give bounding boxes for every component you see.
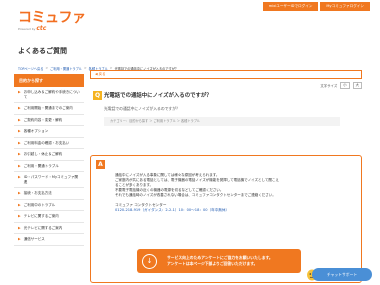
chevron-right-icon: ▶: [18, 225, 21, 230]
logo-brand: ctc: [36, 25, 47, 32]
chat-support-button[interactable]: チャットサポート: [312, 268, 372, 281]
chevron-right-icon: ▶: [18, 90, 21, 94]
breadcrumb-item-top[interactable]: TOPページへ戻る: [18, 66, 43, 71]
question-badge: Q: [93, 91, 102, 100]
category-path: カテゴリー：目的から探す ＞ ご利用トラブル ＞ 各種トラブル: [104, 117, 340, 126]
chevron-right-icon: ▶: [18, 214, 21, 218]
page-title: よくあるご質問: [18, 47, 67, 55]
chevron-right-icon: ▶: [18, 202, 21, 207]
sidebar-item[interactable]: ▶ ご利用・開通トラブル: [14, 161, 84, 172]
sidebar-item[interactable]: ▶ 光テレビに関するご案内: [14, 223, 84, 234]
logo[interactable]: コミュファ Powered by ctc: [18, 11, 86, 32]
sidebar-item[interactable]: ▶ 通信サービス: [14, 234, 84, 246]
survey-banner[interactable]: ↓ サービス向上のためアンケートにご協力をお願いいたします。 アンケートは本ペー…: [137, 249, 301, 273]
sidebar-item[interactable]: ▶ テレビに関するご案内: [14, 211, 84, 223]
sidebar-item[interactable]: ▶ ご利用中のトラブル: [14, 200, 84, 211]
font-size-toolbar: 文字サイズ 小 大: [90, 79, 362, 91]
sidebar-item[interactable]: ▶ お申し込み＆ご解約や手続きについて: [14, 87, 84, 103]
breadcrumb-item-trouble[interactable]: ご利用・開通トラブル: [50, 66, 82, 71]
sidebar-item[interactable]: ▶ 接続・お支払方法: [14, 188, 84, 200]
question-text: 光電話での通話中にノイズが入るのですが？: [104, 106, 180, 111]
survey-text: サービス向上のためアンケートにご協力をお願いいたします。 アンケートは本ページ下…: [167, 255, 273, 266]
sidebar: 目的から探す ▶ お申し込み＆ご解約や手続きについて ▶ ご利用開始・開通までのご案…: [14, 74, 84, 246]
chevron-right-icon: ▶: [18, 175, 21, 179]
sidebar-item[interactable]: ▶ ご利用料金の確認・お支払い: [14, 138, 84, 149]
mixi-login-link[interactable]: mixiユーザーIDでログイン: [262, 2, 319, 11]
sidebar-item[interactable]: ▶ お引越し・休止＆ご解約: [14, 149, 84, 161]
question-block: Q 光電話での通話中にノイズが入るのですが？ 光電話での通話中にノイズが入るので…: [90, 91, 362, 153]
chevron-right-icon: ▶: [18, 106, 21, 110]
answer-line: それでも通話時のノイズが改善されない場合は、コミュファコンタクトセンターまでご連…: [115, 193, 276, 197]
back-button[interactable]: ◀ 戻る: [90, 70, 362, 79]
sidebar-heading: 目的から探す: [14, 74, 84, 87]
chevron-right-icon: ▶: [18, 191, 21, 195]
question-title: 光電話での通話中にノイズが入るのですが？: [104, 93, 212, 99]
top-links: mixiユーザーIDでログイン Myコミュファログイン: [262, 2, 370, 11]
answer-body: 通話中にノイズが入る事象に関しては様々な原因が考えられます。 ご家庭内が共にある…: [115, 173, 341, 213]
chevron-right-icon: ▶: [18, 117, 21, 122]
font-size-label: 文字サイズ: [320, 83, 338, 88]
sidebar-item[interactable]: ▶ ご利用開始・開通までのご案内: [14, 103, 84, 115]
contact-phone[interactable]: 0120-218-919（ガイダンス：2-2-1）10：00〜18：00（年中無…: [115, 208, 341, 213]
chevron-right-icon: ▶: [18, 152, 21, 156]
logo-text: コミュファ: [18, 10, 86, 26]
sidebar-item[interactable]: ▶ ID・パスワード・Myコミュファ関連: [14, 172, 84, 188]
main-content: ◀ 戻る 文字サイズ 小 大 Q 光電話での通話中にノイズが入るのですが？ 光電…: [90, 70, 362, 283]
sidebar-item[interactable]: ▶ ご契約内容・変更・解約: [14, 115, 84, 126]
font-large-button[interactable]: 大: [352, 81, 362, 89]
font-small-button[interactable]: 小: [340, 81, 350, 89]
breadcrumb-separator: >: [45, 66, 49, 70]
site-header: コミュファ Powered by ctc mixiユーザーIDでログイン Myコ…: [0, 0, 380, 34]
chevron-right-icon: ▶: [18, 237, 21, 241]
chevron-right-icon: ▶: [18, 129, 21, 133]
my-commufa-login-link[interactable]: Myコミュファログイン: [320, 2, 370, 11]
chevron-right-icon: ▶: [18, 163, 21, 168]
answer-block: A 通話中にノイズが入る事象に関しては様々な原因が考えられます。 ご家庭内が共に…: [90, 155, 362, 283]
answer-badge: A: [96, 160, 105, 169]
chevron-right-icon: ▶: [18, 140, 21, 145]
breadcrumb-separator: >: [84, 66, 87, 70]
logo-sub: Powered by ctc: [18, 25, 47, 32]
sidebar-item[interactable]: ▶ 各種オプション: [14, 126, 84, 138]
arrow-down-icon: ↓: [142, 253, 157, 269]
